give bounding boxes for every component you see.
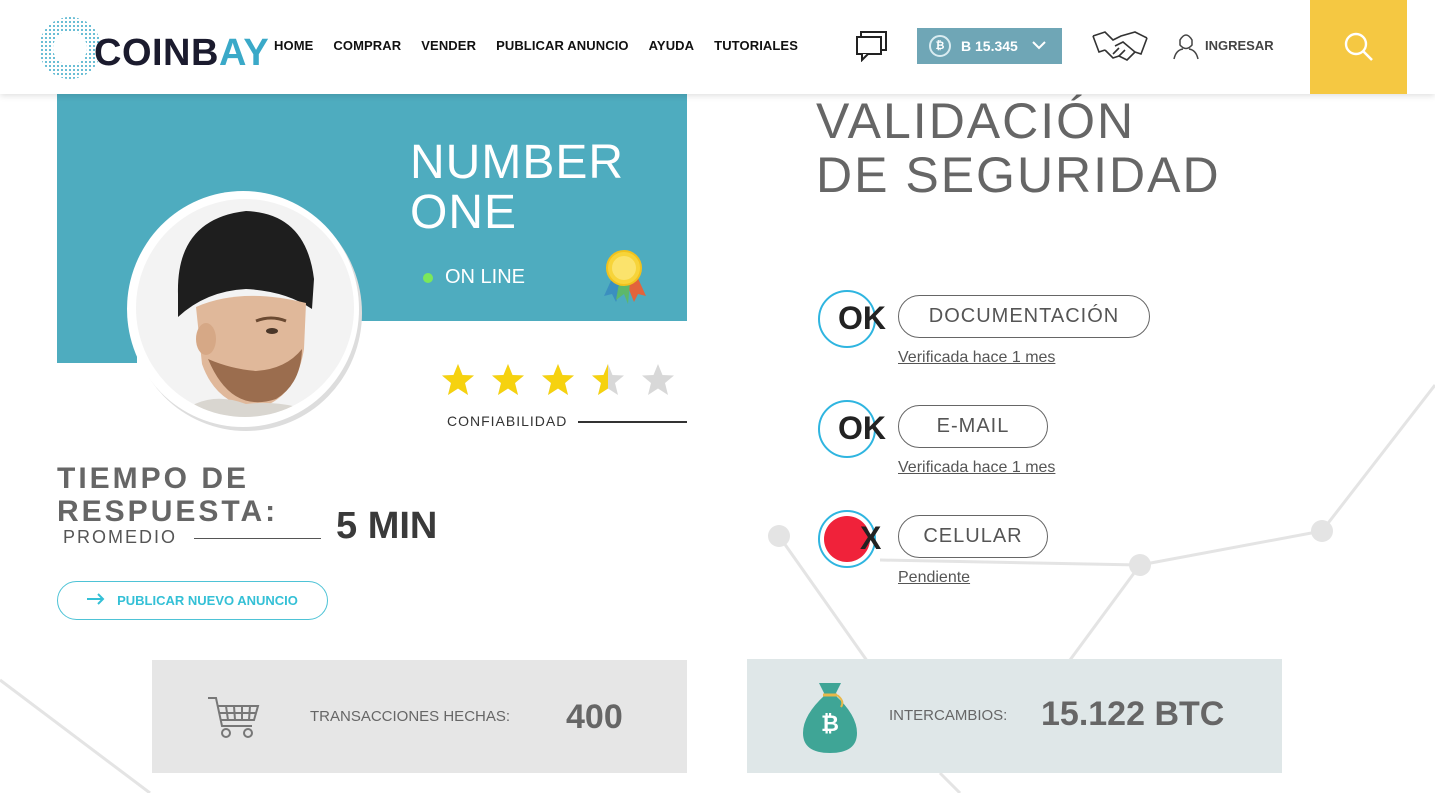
chat-icon[interactable] — [855, 30, 889, 63]
rating-label: CONFIABILIDAD — [447, 413, 568, 429]
main-nav: HOME COMPRAR VENDER PUBLICAR ANUNCIO AYU… — [274, 38, 818, 53]
search-icon — [1344, 32, 1373, 61]
validation-mark: OK — [838, 410, 886, 446]
medal-icon — [598, 248, 652, 308]
publish-new-ad-button[interactable]: PUBLICAR NUEVO ANUNCIO — [57, 581, 328, 620]
transactions-label: TRANSACCIONES HECHAS: — [310, 708, 511, 725]
validation-status-email[interactable]: Verificada hace 1 mes — [898, 459, 1055, 477]
star-icon — [492, 364, 524, 395]
validation-label-email: E-MAIL — [898, 405, 1048, 448]
user-name: NUMBER ONE — [410, 136, 625, 239]
response-time-title: TIEMPO DE RESPUESTA: — [57, 462, 279, 528]
arrow-right-icon — [87, 592, 105, 610]
handshake-icon[interactable] — [1091, 28, 1149, 62]
validation-label-documentation: DOCUMENTACIÓN — [898, 295, 1150, 338]
svg-text:₿: ₿ — [821, 712, 839, 737]
money-bag-icon: ₿ — [801, 679, 859, 760]
user-icon — [1173, 34, 1199, 60]
exchanges-label: INTERCAMBIOS: — [889, 707, 1008, 724]
rating-divider — [578, 421, 687, 423]
coinbay-logo[interactable]: COINBAY — [36, 16, 269, 80]
transactions-value: 400 — [566, 698, 623, 736]
profile-card-banner-extension — [57, 321, 137, 363]
validation-mark: OK — [838, 300, 886, 336]
star-icon — [642, 364, 674, 395]
response-divider — [194, 538, 321, 539]
star-icon — [592, 364, 624, 395]
nav-vender[interactable]: VENDER — [421, 38, 476, 53]
exchanges-stat-box: ₿ INTERCAMBIOS: 15.122 BTC — [747, 659, 1282, 773]
exchanges-value: 15.122 BTC — [1041, 695, 1225, 733]
validation-status-phone[interactable]: Pendiente — [898, 569, 970, 587]
nav-ayuda[interactable]: AYUDA — [649, 38, 695, 53]
star-icon — [542, 364, 574, 395]
btc-balance-dropdown[interactable]: ₿ B 15.345 — [917, 28, 1062, 64]
site-header: COINBAY HOME COMPRAR VENDER PUBLICAR ANU… — [0, 0, 1435, 94]
response-time-subtitle: PROMEDIO — [63, 527, 178, 547]
validation-label-phone: CELULAR — [898, 515, 1048, 558]
nav-comprar[interactable]: COMPRAR — [333, 38, 401, 53]
chevron-down-icon — [1032, 39, 1046, 53]
nav-publicar-anuncio[interactable]: PUBLICAR ANUNCIO — [496, 38, 629, 53]
online-status: ON LINE — [423, 266, 525, 289]
nav-tutoriales[interactable]: TUTORIALES — [714, 38, 798, 53]
transactions-stat-box: TRANSACCIONES HECHAS: 400 — [152, 660, 687, 773]
btc-balance-value: B 15.345 — [961, 38, 1018, 54]
shopping-cart-icon — [206, 694, 260, 745]
validation-title: VALIDACIÓN DE SEGURIDAD — [816, 93, 1221, 203]
validation-status-documentation[interactable]: Verificada hace 1 mes — [898, 349, 1055, 367]
search-button[interactable] — [1310, 0, 1407, 94]
validation-mark: X — [860, 520, 882, 556]
nav-home[interactable]: HOME — [274, 38, 313, 53]
rating-stars — [440, 362, 676, 398]
login-label: INGRESAR — [1205, 37, 1274, 53]
star-icon — [442, 364, 474, 395]
avatar — [127, 191, 359, 427]
online-dot-icon — [423, 272, 433, 283]
login-link[interactable]: INGRESAR — [1171, 30, 1274, 60]
bitcoin-coin-icon: ₿ — [929, 35, 951, 57]
avatar-photo — [136, 199, 354, 417]
response-time-value: 5 MIN — [336, 505, 438, 547]
logo-text: COINBAY — [94, 32, 270, 74]
